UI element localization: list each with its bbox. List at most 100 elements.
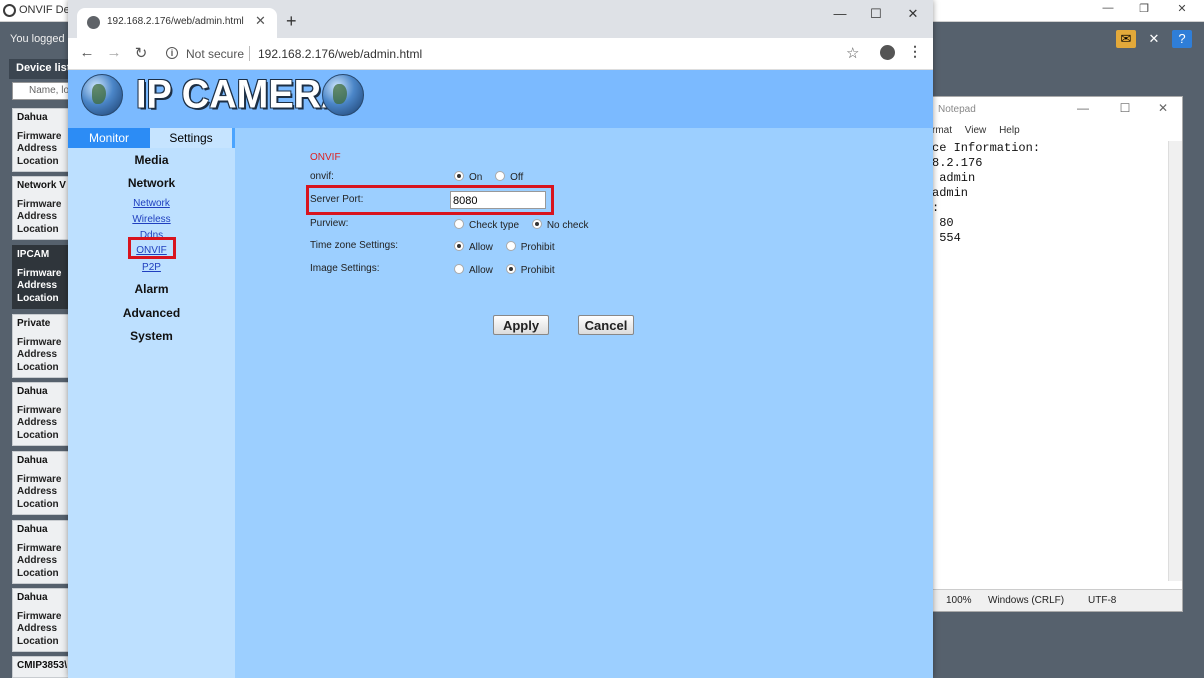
text-line: 554	[932, 231, 961, 245]
info-icon[interactable]: i	[166, 47, 178, 59]
device-name: Network V	[17, 180, 66, 191]
tab-close-icon[interactable]: ✕	[255, 13, 266, 29]
device-address: Address	[17, 486, 58, 497]
image-prohibit-radio[interactable]	[505, 264, 516, 274]
reload-button[interactable]: ↻	[131, 44, 151, 62]
device-location: Location	[17, 499, 59, 510]
device-item[interactable]: Dahua Firmware Address Location	[12, 451, 69, 515]
device-name: Dahua	[17, 112, 48, 123]
browser-minimize-button[interactable]: —	[825, 6, 855, 21]
device-name: Dahua	[17, 386, 48, 397]
device-firmware: Firmware	[17, 611, 62, 622]
menu-view[interactable]: View	[965, 125, 987, 136]
text-line: 8.2.176	[932, 156, 983, 170]
timezone-label: Time zone Settings:	[310, 240, 399, 251]
device-item[interactable]: Dahua Firmware Address Location	[12, 382, 69, 446]
omnibox-separator	[249, 46, 250, 61]
browser-maximize-button[interactable]: ☐	[861, 6, 891, 22]
device-firmware: Firmware	[17, 199, 62, 210]
tab-monitor[interactable]: Monitor	[68, 128, 150, 148]
notepad-menubar: rmat View Help	[932, 125, 1182, 141]
odm-minimize-button[interactable]: —	[1096, 2, 1120, 14]
status-encoding: UTF-8	[1088, 595, 1117, 606]
menu-system[interactable]: System	[68, 329, 235, 343]
image-allow-label: Allow	[469, 265, 493, 276]
url-text[interactable]: 192.168.2.176/web/admin.html	[258, 47, 422, 61]
globe-icon	[81, 74, 123, 116]
brand-title: IP CAMERA	[136, 72, 349, 118]
timezone-allow-radio[interactable]	[454, 241, 464, 251]
browser-tab[interactable]: 192.168.2.176/web/admin.html ✕	[77, 8, 277, 38]
device-item[interactable]: Dahua Firmware Address Location	[12, 108, 69, 172]
onvif-label: onvif:	[310, 171, 334, 182]
menu-icon[interactable]: ⋮	[908, 43, 922, 60]
onvif-on-radio[interactable]	[454, 171, 464, 181]
folder-icon[interactable]: ✉	[1116, 30, 1136, 48]
security-label: Not secure	[186, 47, 245, 61]
tools-icon[interactable]: ✕	[1144, 30, 1164, 48]
text-line: 80	[932, 216, 954, 230]
menu-advanced[interactable]: Advanced	[68, 306, 235, 320]
submenu-p2p[interactable]: P2P	[68, 262, 235, 273]
device-location: Location	[17, 636, 59, 647]
notepad-close-button[interactable]: ✕	[1150, 101, 1176, 115]
apply-button[interactable]: Apply	[493, 315, 549, 335]
globe-icon	[87, 16, 100, 29]
device-item[interactable]: CMIP3853\	[12, 656, 69, 678]
timezone-radio-group: Allow Prohibit	[454, 241, 565, 253]
address-bar[interactable]: i Not secure 192.168.2.176/web/admin.htm…	[156, 42, 870, 66]
purview-check-type-radio[interactable]	[454, 219, 464, 229]
onvif-off-radio[interactable]	[495, 171, 506, 181]
odm-restore-button[interactable]: ❐	[1132, 2, 1156, 15]
purview-no-check-radio[interactable]	[531, 219, 542, 229]
notepad-text-area[interactable]: ce Information: 8.2.176 admin admin: 80 55…	[932, 141, 1168, 581]
menu-help[interactable]: Help	[999, 125, 1020, 136]
submenu-network[interactable]: Network	[68, 198, 235, 209]
device-item-selected[interactable]: IPCAM Firmware Address Location	[12, 245, 69, 309]
notepad-scrollbar[interactable]	[1168, 141, 1182, 581]
menu-network[interactable]: Network	[68, 176, 235, 190]
device-name: CMIP3853\	[17, 660, 68, 671]
image-prohibit-label: Prohibit	[520, 265, 555, 276]
purview-radio-group: Check type No check	[454, 219, 599, 231]
timezone-prohibit-radio[interactable]	[505, 241, 516, 251]
section-title: ONVIF	[310, 152, 341, 163]
timezone-prohibit-label: Prohibit	[520, 242, 555, 253]
ip-camera-banner: IP CAMERA	[68, 70, 933, 128]
device-address: Address	[17, 280, 58, 291]
device-item[interactable]: Network V Firmware Address Location	[12, 176, 69, 240]
profile-icon[interactable]	[880, 45, 895, 60]
back-button[interactable]: ←	[77, 44, 97, 61]
new-tab-button[interactable]: +	[286, 11, 297, 32]
sidebar-tabs: Monitor Settings	[68, 128, 235, 148]
onvif-on-label: On	[469, 172, 483, 183]
star-icon[interactable]: ☆	[846, 44, 859, 62]
device-name: Dahua	[17, 455, 48, 466]
odm-close-button[interactable]: ✕	[1170, 2, 1194, 15]
forward-button[interactable]: →	[104, 44, 124, 61]
menu-media[interactable]: Media	[68, 153, 235, 167]
device-item[interactable]: Dahua Firmware Address Location	[12, 588, 69, 652]
tab-settings[interactable]: Settings	[150, 128, 232, 148]
device-item[interactable]: Dahua Firmware Address Location	[12, 520, 69, 584]
device-search-input[interactable]: Name, lo	[12, 82, 70, 100]
submenu-wireless[interactable]: Wireless	[68, 214, 235, 225]
device-name: IPCAM	[17, 249, 50, 260]
text-line: :	[932, 201, 940, 215]
image-settings-label: Image Settings:	[310, 263, 380, 274]
device-item[interactable]: Private Firmware Address Location	[12, 314, 69, 378]
help-icon[interactable]: ?	[1172, 30, 1192, 48]
device-location: Location	[17, 156, 59, 167]
notepad-minimize-button[interactable]: —	[1070, 101, 1096, 115]
menu-alarm[interactable]: Alarm	[68, 282, 235, 296]
browser-toolbar: ← → ↻ i Not secure 192.168.2.176/web/adm…	[68, 38, 933, 70]
cancel-button[interactable]: Cancel	[578, 315, 634, 335]
server-port-highlight-box	[306, 185, 554, 215]
browser-close-button[interactable]: ✕	[898, 6, 928, 22]
menu-format[interactable]: rmat	[932, 125, 952, 136]
image-allow-radio[interactable]	[454, 264, 464, 274]
device-address: Address	[17, 349, 58, 360]
device-location: Location	[17, 430, 59, 441]
status-zoom: 100%	[946, 595, 972, 606]
notepad-maximize-button[interactable]: ☐	[1112, 101, 1138, 115]
